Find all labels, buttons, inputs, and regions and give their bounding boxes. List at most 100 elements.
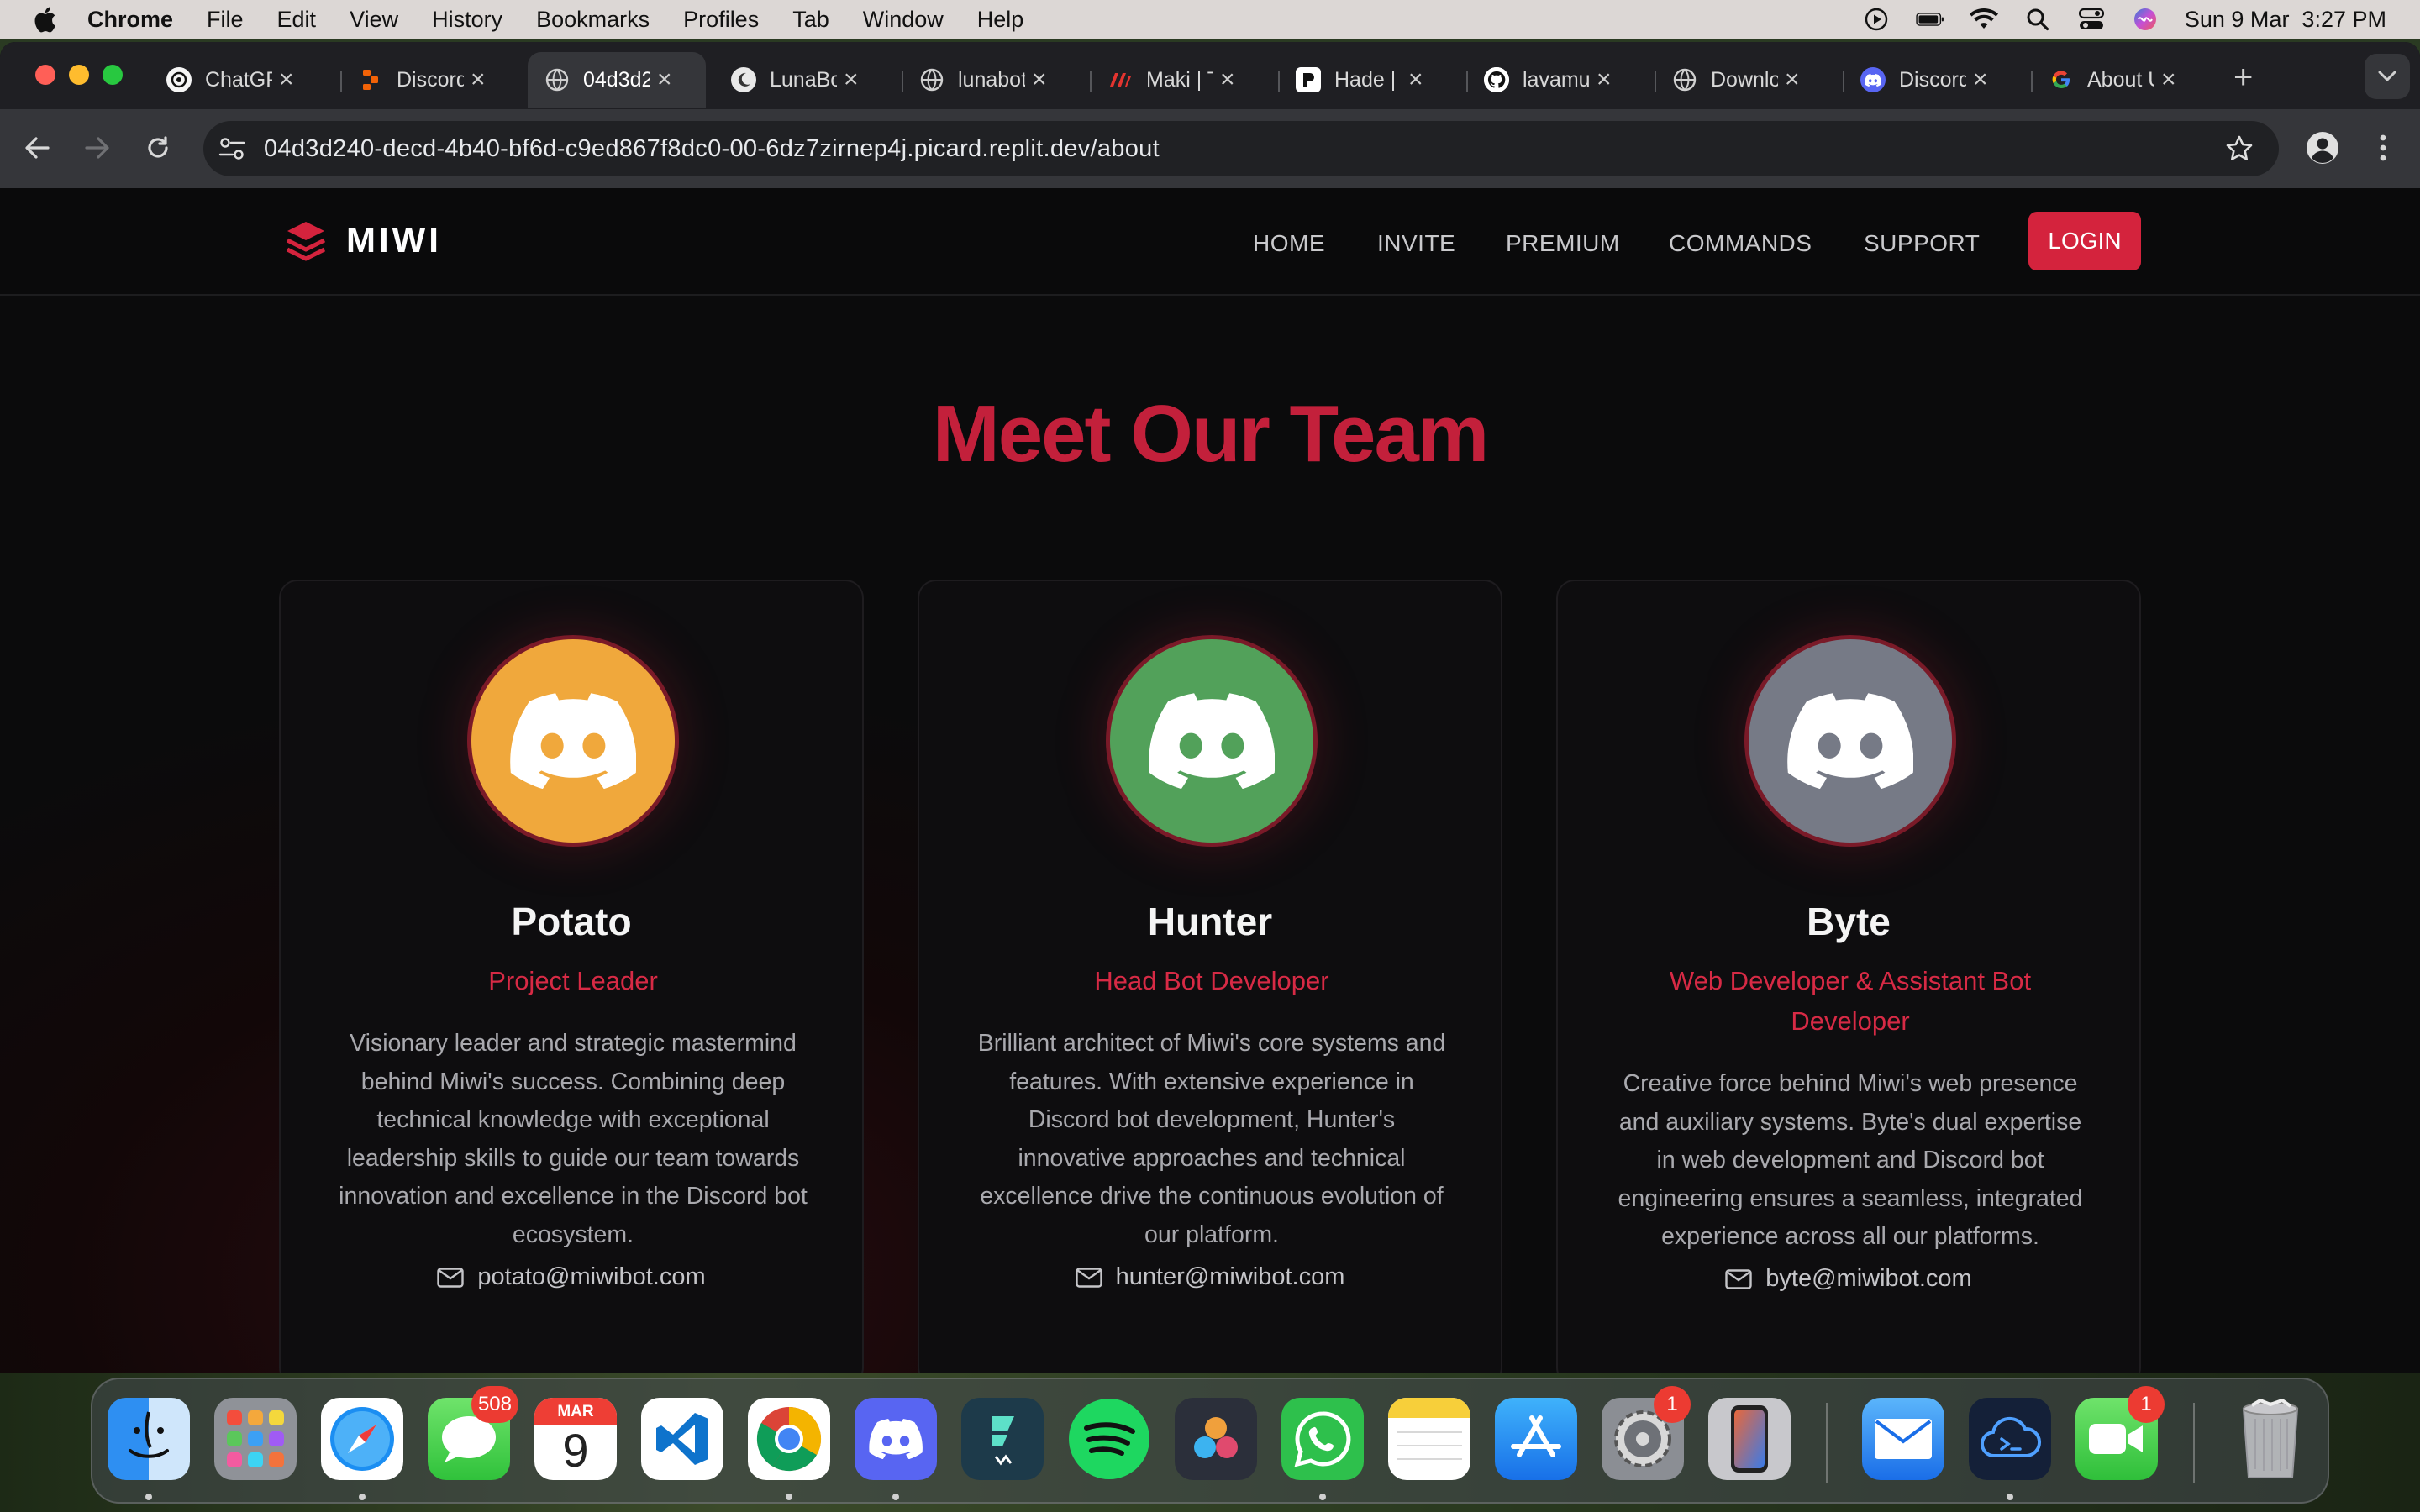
menu-bookmarks[interactable]: Bookmarks bbox=[536, 7, 650, 33]
bookmark-star-icon[interactable] bbox=[2225, 134, 2254, 163]
tab-close-icon[interactable]: × bbox=[844, 66, 859, 94]
dock-filmora[interactable] bbox=[961, 1398, 1044, 1480]
menu-window[interactable]: Window bbox=[863, 7, 944, 33]
wifi-icon[interactable] bbox=[1969, 8, 1998, 31]
menu-history[interactable]: History bbox=[432, 7, 502, 33]
tab-lavamusic-github[interactable]: lavamu × bbox=[1484, 52, 1612, 108]
dock-terminal-cloud[interactable] bbox=[1969, 1398, 2051, 1480]
tab-close-icon[interactable]: × bbox=[1408, 66, 1423, 94]
menu-profiles[interactable]: Profiles bbox=[683, 7, 759, 33]
dock-calendar[interactable]: MAR 9 bbox=[534, 1398, 617, 1480]
nav-home[interactable]: HOME bbox=[1253, 230, 1325, 257]
arrow-right-icon bbox=[85, 137, 109, 159]
member-email-link[interactable]: potato@miwibot.com bbox=[281, 1263, 862, 1291]
chrome-icon bbox=[756, 1406, 822, 1472]
tab-close-icon[interactable]: × bbox=[1973, 66, 1988, 94]
dock-facetime[interactable]: 1 bbox=[2075, 1386, 2165, 1480]
control-center-icon[interactable] bbox=[2077, 8, 2106, 31]
browser-window: ChatGPT × Discord × 04d3d240 × LunaBot ×… bbox=[0, 42, 2420, 1373]
running-indicator bbox=[892, 1494, 899, 1500]
dock-iphone-mirroring[interactable] bbox=[1708, 1398, 1791, 1480]
dock-messages[interactable]: 508 bbox=[428, 1386, 518, 1480]
dock-app-store[interactable] bbox=[1495, 1398, 1577, 1480]
apple-menu-icon[interactable] bbox=[32, 5, 57, 34]
tab-close-icon[interactable]: × bbox=[1597, 66, 1612, 94]
running-indicator bbox=[359, 1494, 366, 1500]
trash-icon bbox=[2242, 1399, 2299, 1478]
dock-notes[interactable] bbox=[1388, 1398, 1470, 1480]
tab-close-icon[interactable]: × bbox=[1785, 66, 1800, 94]
tab-hade[interactable]: Hade | E × bbox=[1296, 52, 1423, 108]
tab-close-icon[interactable]: × bbox=[657, 66, 672, 94]
nav-support[interactable]: SUPPORT bbox=[1864, 230, 1980, 257]
menu-edit[interactable]: Edit bbox=[277, 7, 317, 33]
dock-whatsapp[interactable] bbox=[1281, 1398, 1364, 1480]
member-email-link[interactable]: byte@miwibot.com bbox=[1558, 1265, 2139, 1293]
discord-logo-icon bbox=[1149, 693, 1275, 789]
dock-discord[interactable] bbox=[855, 1398, 937, 1480]
macos-dock: 508 MAR 9 1 1 bbox=[91, 1378, 2329, 1504]
macos-menu-bar: Chrome File Edit View History Bookmarks … bbox=[0, 0, 2420, 39]
menu-tab[interactable]: Tab bbox=[792, 7, 829, 33]
tab-discord-replit[interactable]: Discord × bbox=[358, 52, 486, 108]
dock-vscode[interactable] bbox=[641, 1398, 723, 1480]
dock-spotify[interactable] bbox=[1068, 1398, 1150, 1480]
dock-finder[interactable] bbox=[108, 1398, 190, 1480]
video-camera-icon bbox=[2089, 1424, 2143, 1454]
menu-datetime[interactable]: Sun 9 Mar 3:27 PM bbox=[2185, 7, 2386, 33]
dock-separator bbox=[1826, 1403, 1828, 1483]
tab-close-icon[interactable]: × bbox=[2161, 66, 2176, 94]
tab-search-button[interactable] bbox=[2365, 54, 2410, 99]
address-bar[interactable]: 04d3d240-decd-4b40-bf6d-c9ed867f8dc0-00-… bbox=[203, 121, 2279, 176]
close-window-button[interactable] bbox=[35, 65, 55, 85]
site-brand[interactable]: MIWI bbox=[284, 218, 442, 262]
dock-launchpad[interactable] bbox=[214, 1398, 297, 1480]
tab-chatgpt[interactable]: ChatGPT × bbox=[166, 52, 294, 108]
menu-help[interactable]: Help bbox=[977, 7, 1024, 33]
back-button[interactable] bbox=[18, 129, 55, 166]
member-name: Potato bbox=[511, 900, 632, 943]
dock-system-settings[interactable]: 1 bbox=[1602, 1386, 1691, 1480]
tab-label: Maki | T bbox=[1146, 67, 1213, 92]
dock-trash[interactable] bbox=[2229, 1398, 2312, 1480]
zoom-window-button[interactable] bbox=[103, 65, 123, 85]
battery-icon[interactable] bbox=[1916, 8, 1944, 31]
forward-button[interactable] bbox=[79, 129, 116, 166]
dock-davinci-resolve[interactable] bbox=[1175, 1398, 1257, 1480]
tab-download[interactable]: Downlo × bbox=[1672, 52, 1800, 108]
minimize-window-button[interactable] bbox=[69, 65, 89, 85]
site-info-icon[interactable] bbox=[218, 136, 245, 161]
nav-premium[interactable]: PREMIUM bbox=[1506, 230, 1620, 257]
tab-close-icon[interactable]: × bbox=[279, 66, 294, 94]
spotlight-search-icon[interactable] bbox=[2023, 8, 2052, 31]
menu-app-name[interactable]: Chrome bbox=[87, 7, 173, 33]
nav-invite[interactable]: INVITE bbox=[1377, 230, 1455, 257]
siri-icon[interactable] bbox=[2131, 8, 2160, 31]
tab-about-us[interactable]: About U × bbox=[2049, 52, 2176, 108]
browser-menu-button[interactable] bbox=[2365, 129, 2402, 166]
tab-maki[interactable]: Maki | T × bbox=[1107, 52, 1235, 108]
profile-button[interactable] bbox=[2304, 129, 2341, 166]
menu-view[interactable]: View bbox=[350, 7, 398, 33]
play-status-icon[interactable] bbox=[1862, 8, 1891, 31]
new-tab-icon[interactable]: + bbox=[2233, 60, 2253, 94]
dock-safari[interactable] bbox=[321, 1398, 403, 1480]
tab-active-04d3d240[interactable]: 04d3d240 × bbox=[528, 52, 706, 108]
notes-icon bbox=[1388, 1398, 1470, 1418]
dock-mail[interactable] bbox=[1862, 1398, 1944, 1480]
nav-commands[interactable]: COMMANDS bbox=[1669, 230, 1812, 257]
tab-close-icon[interactable]: × bbox=[1032, 66, 1047, 94]
member-email-link[interactable]: hunter@miwibot.com bbox=[919, 1263, 1501, 1291]
url-text[interactable]: 04d3d240-decd-4b40-bf6d-c9ed867f8dc0-00-… bbox=[264, 135, 1160, 163]
tab-discord[interactable]: Discord × bbox=[1860, 52, 1988, 108]
tab-close-icon[interactable]: × bbox=[1220, 66, 1235, 94]
tab-lunabot[interactable]: LunaBot × bbox=[731, 52, 859, 108]
login-button[interactable]: LOGIN bbox=[2028, 212, 2141, 270]
dock-chrome[interactable] bbox=[748, 1398, 830, 1480]
tab-close-icon[interactable]: × bbox=[471, 66, 486, 94]
tab-lunabot-site[interactable]: lunabot × bbox=[919, 52, 1047, 108]
discord-logo-icon bbox=[510, 693, 636, 789]
mail-app-icon bbox=[1875, 1419, 1932, 1459]
reload-button[interactable] bbox=[139, 129, 176, 166]
menu-file[interactable]: File bbox=[207, 7, 244, 33]
